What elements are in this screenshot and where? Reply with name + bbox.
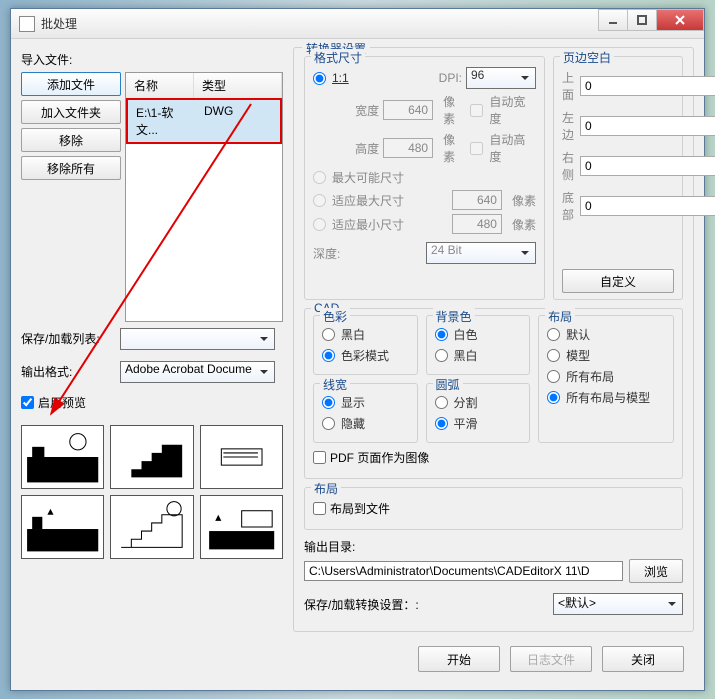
preview-thumb[interactable] bbox=[110, 495, 193, 559]
cell-name: E:\1-软文... bbox=[128, 100, 196, 142]
output-format-label: 输出格式: bbox=[21, 363, 116, 380]
color-bw-radio[interactable] bbox=[322, 328, 335, 341]
margins-title: 页边空白 bbox=[560, 49, 614, 66]
minimize-button[interactable] bbox=[598, 9, 628, 31]
fit-max-input bbox=[452, 190, 502, 210]
margin-bottom-input[interactable] bbox=[580, 196, 715, 216]
layout-default-radio[interactable] bbox=[547, 328, 560, 341]
table-row[interactable]: E:\1-软文... DWG bbox=[126, 98, 282, 144]
output-dir-input[interactable] bbox=[304, 561, 623, 581]
format-title: 格式尺寸 bbox=[311, 49, 365, 66]
margin-left-label: 左边 bbox=[562, 109, 574, 143]
enable-preview-row[interactable]: 启用预览 bbox=[21, 394, 283, 411]
height-label: 高度 bbox=[331, 140, 380, 157]
maximize-button[interactable] bbox=[627, 9, 657, 31]
remove-button[interactable]: 移除 bbox=[21, 128, 121, 152]
app-icon bbox=[19, 16, 35, 32]
pdf-as-image-check[interactable] bbox=[313, 451, 326, 464]
output-format-combo[interactable]: Adobe Acrobat Docume bbox=[120, 361, 275, 383]
log-button: 日志文件 bbox=[510, 646, 592, 672]
layout-model-radio[interactable] bbox=[547, 349, 560, 362]
close-button[interactable] bbox=[656, 9, 704, 31]
lw-hide-radio[interactable] bbox=[322, 417, 335, 430]
titlebar: 批处理 bbox=[11, 9, 704, 39]
layout-all-model-radio[interactable] bbox=[547, 391, 560, 404]
fit-max-radio bbox=[313, 194, 326, 207]
bg-white-radio[interactable] bbox=[435, 328, 448, 341]
width-input bbox=[383, 100, 433, 120]
preview-thumb[interactable] bbox=[200, 495, 283, 559]
margin-top-label: 上面 bbox=[562, 69, 574, 103]
layout-title: 布局 bbox=[545, 308, 575, 325]
import-label: 导入文件: bbox=[21, 51, 283, 68]
output-dir-label: 输出目录: bbox=[304, 538, 683, 555]
margin-bottom-label: 底部 bbox=[562, 189, 574, 223]
file-table[interactable]: 名称 类型 E:\1-软文... DWG bbox=[125, 72, 283, 322]
color-title: 色彩 bbox=[320, 308, 350, 325]
preview-thumb[interactable] bbox=[200, 425, 283, 489]
arc-split-radio[interactable] bbox=[435, 396, 448, 409]
preview-thumb[interactable] bbox=[21, 495, 104, 559]
enable-preview-checkbox[interactable] bbox=[21, 396, 34, 409]
start-button[interactable]: 开始 bbox=[418, 646, 500, 672]
margin-right-input[interactable] bbox=[580, 156, 715, 176]
save-list-combo[interactable] bbox=[120, 328, 275, 350]
max-size-radio bbox=[313, 171, 326, 184]
preview-thumb[interactable] bbox=[110, 425, 193, 489]
fit-min-input bbox=[452, 214, 502, 234]
lw-title: 线宽 bbox=[320, 376, 350, 393]
cell-type: DWG bbox=[196, 100, 280, 142]
height-input bbox=[383, 138, 433, 158]
save-cfg-label: 保存/加载转换设置：: bbox=[304, 596, 419, 613]
preview-grid bbox=[21, 425, 283, 559]
lw-show-radio[interactable] bbox=[322, 396, 335, 409]
col-type-header[interactable]: 类型 bbox=[194, 73, 282, 98]
auto-height-check bbox=[470, 142, 483, 155]
enable-preview-label: 启用预览 bbox=[38, 394, 86, 411]
auto-height-label: 自动高度 bbox=[489, 131, 536, 165]
depth-combo[interactable]: 24 Bit bbox=[426, 242, 536, 264]
margin-top-input[interactable] bbox=[580, 76, 715, 96]
add-file-button[interactable]: 添加文件 bbox=[21, 72, 121, 96]
save-cfg-combo[interactable]: <默认> bbox=[553, 593, 683, 615]
bg-black-radio[interactable] bbox=[435, 349, 448, 362]
window-title: 批处理 bbox=[41, 15, 599, 32]
auto-width-check bbox=[470, 104, 483, 117]
dpi-label: DPI: bbox=[412, 71, 462, 85]
ratio-11-label: 1:1 bbox=[332, 71, 349, 85]
layout-to-file-row[interactable]: 布局到文件 bbox=[313, 500, 674, 517]
pdf-as-image-row[interactable]: PDF 页面作为图像 bbox=[313, 449, 674, 466]
save-list-label: 保存/加载列表: bbox=[21, 330, 116, 347]
remove-all-button[interactable]: 移除所有 bbox=[21, 156, 121, 180]
arc-smooth-radio[interactable] bbox=[435, 417, 448, 430]
layout-to-file-check[interactable] bbox=[313, 502, 326, 515]
close-dialog-button[interactable]: 关闭 bbox=[602, 646, 684, 672]
custom-margins-button[interactable]: 自定义 bbox=[562, 269, 674, 293]
ratio-11-radio[interactable] bbox=[313, 72, 326, 85]
margin-right-label: 右侧 bbox=[562, 149, 574, 183]
fit-min-label: 适应最小尺寸 bbox=[332, 216, 404, 233]
fit-max-label: 适应最大尺寸 bbox=[332, 192, 404, 209]
layout2-title: 布局 bbox=[311, 480, 341, 497]
arc-title: 圆弧 bbox=[433, 376, 463, 393]
fit-min-radio bbox=[313, 218, 326, 231]
add-folder-button[interactable]: 加入文件夹 bbox=[21, 100, 121, 124]
browse-button[interactable]: 浏览 bbox=[629, 559, 683, 583]
preview-thumb[interactable] bbox=[21, 425, 104, 489]
width-label: 宽度 bbox=[331, 102, 380, 119]
bg-title: 背景色 bbox=[433, 308, 475, 325]
unit-px: 像素 bbox=[443, 93, 466, 127]
dpi-combo[interactable]: 96 bbox=[466, 67, 536, 89]
max-size-label: 最大可能尺寸 bbox=[332, 169, 404, 186]
layout-all-radio[interactable] bbox=[547, 370, 560, 383]
margin-left-input[interactable] bbox=[580, 116, 715, 136]
auto-width-label: 自动宽度 bbox=[489, 93, 536, 127]
depth-label: 深度: bbox=[313, 245, 340, 262]
color-mode-radio[interactable] bbox=[322, 349, 335, 362]
col-name-header[interactable]: 名称 bbox=[126, 73, 194, 98]
